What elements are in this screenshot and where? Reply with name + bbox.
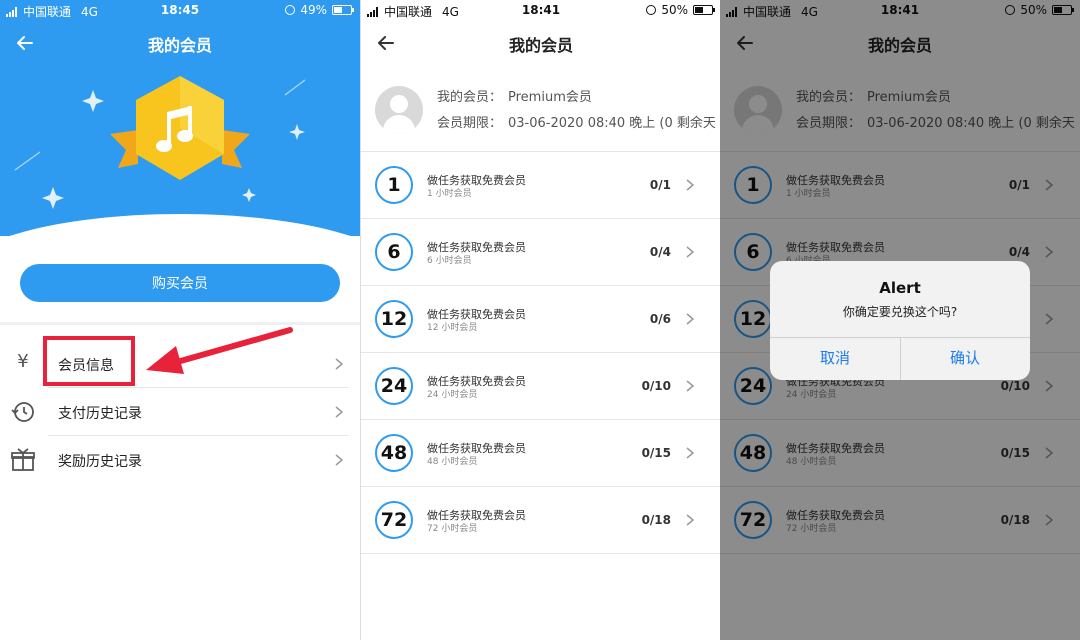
chevron-right-icon [335,358,344,370]
highlight-box [43,336,135,386]
task-hours-badge: 12 [375,300,413,338]
alert-confirm-button[interactable]: 确认 [900,337,1030,380]
battery-icon [332,5,354,15]
task-hours-badge: 48 [375,434,413,472]
task-item[interactable]: 72 做任务获取免费会员 72 小时会员 0/18 [361,487,720,554]
chevron-right-icon [686,447,695,459]
task-subtitle: 6 小时会员 [427,256,472,266]
nav-bar: 我的会员 [0,24,360,64]
menu-item-payment-history[interactable]: 支付历史记录 [0,388,360,436]
buy-membership-button[interactable]: 购买会员 [20,264,340,302]
battery-percent: 50% [661,3,688,17]
music-badge-icon [110,76,250,180]
task-hours-badge: 6 [375,233,413,271]
task-subtitle: 48 小时会员 [427,457,478,467]
orientation-lock-icon [285,5,296,15]
history-icon [11,402,34,422]
page-title: 我的会员 [147,36,212,55]
task-progress: 0/10 [641,379,671,393]
membership-tasks-screen: 中国联通 4G 18:41 50% 我的会员 我的会员： Premium会员 会员… [360,0,720,640]
chevron-right-icon [335,454,344,466]
task-progress: 0/4 [649,245,671,259]
member-profile: 我的会员： Premium会员 会员期限： 03-06-2020 08:40 晚上 … [361,76,720,152]
orientation-lock-icon [646,5,657,15]
task-subtitle: 1 小时会员 [427,189,472,199]
menu-item-label: 支付历史记录 [58,406,142,422]
chevron-right-icon [686,514,695,526]
nav-bar: 我的会员 [361,24,720,64]
alert-cancel-button[interactable]: 取消 [770,337,900,380]
membership-home-screen: 中国联通 4G 18:45 49% 我的会员 购买会员 ¥ 会员信息 支付历史记… [0,0,360,640]
expiry-value: 03-06-2020 08:40 晚上 (0 剩余天 [508,116,716,131]
screenshot-collage: 中国联通 4G 18:45 49% 我的会员 购买会员 ¥ 会员信息 支付历史记… [0,0,1080,640]
task-progress: 0/18 [641,513,671,527]
task-hours-badge: 1 [375,166,413,204]
chevron-right-icon [335,406,344,418]
page-title: 我的会员 [508,36,573,55]
chevron-right-icon [686,179,695,191]
task-item[interactable]: 6做任务获取免费会员6 小时会员0/4 [361,219,720,286]
task-subtitle: 12 小时会员 [427,323,478,333]
alert-message: 你确定要兑换这个吗? [842,305,958,319]
chevron-right-icon [686,246,695,258]
yen-icon: ¥ [17,351,29,372]
gift-icon [11,448,35,471]
menu-item-label: 奖励历史记录 [58,454,142,470]
task-subtitle: 24 小时会员 [427,390,478,400]
member-value: Premium会员 [508,90,592,105]
task-item[interactable]: 48 做任务获取免费会员 48 小时会员 0/15 [361,420,720,487]
task-hours-badge: 72 [375,501,413,539]
task-item[interactable]: 1 做任务获取免费会员 1 小时会员 0/1 [361,152,720,219]
task-hours-badge: 24 [375,367,413,405]
menu-item-reward-history[interactable]: 奖励历史记录 [0,436,360,484]
membership-tasks-alert-screen: 中国联通 4G 18:41 50% 我的会员 我的会员： Premium会员 会员… [720,0,1080,640]
hero-banner: 中国联通 4G 18:45 49% 我的会员 [0,0,360,236]
task-progress: 0/15 [641,446,671,460]
battery-percent: 49% [300,3,327,17]
task-progress: 0/6 [649,312,671,326]
red-arrow-annotation [146,327,293,374]
avatar [375,86,423,134]
chevron-right-icon [686,380,695,392]
task-item[interactable]: 12做任务获取免费会员12 小时会员0/6 [361,286,720,353]
battery-icon [693,5,715,15]
expiry-label: 会员期限： [437,116,503,131]
status-bar: 中国联通 4G 18:41 50% [361,0,720,22]
task-progress: 0/1 [649,178,671,192]
member-label: 我的会员： [437,90,503,105]
chevron-right-icon [686,313,695,325]
task-item[interactable]: 24 做任务获取免费会员 24 小时会员 0/10 [361,353,720,420]
task-subtitle: 72 小时会员 [427,524,478,534]
alert-dialog: Alert 你确定要兑换这个吗? 取消 确认 [770,261,1030,380]
alert-title: Alert [879,279,921,297]
status-bar: 中国联通 4G 18:45 49% [0,0,360,22]
